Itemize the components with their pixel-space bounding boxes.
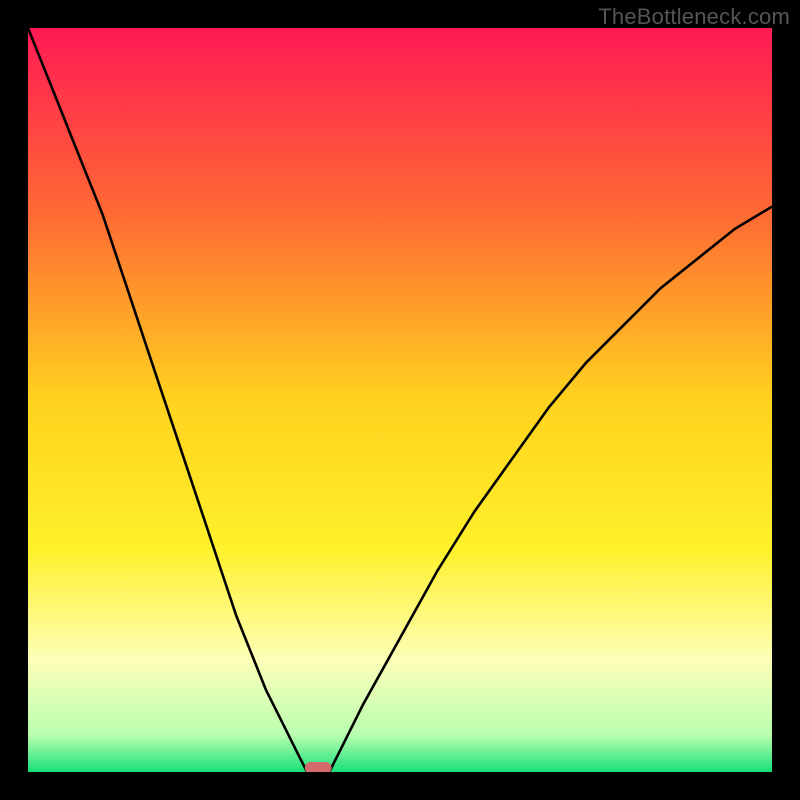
plot-background [28,28,772,772]
chart-frame: TheBottleneck.com [0,0,800,800]
watermark-text: TheBottleneck.com [598,4,790,30]
chart-plot [28,28,772,772]
baseline-marker [305,762,332,772]
